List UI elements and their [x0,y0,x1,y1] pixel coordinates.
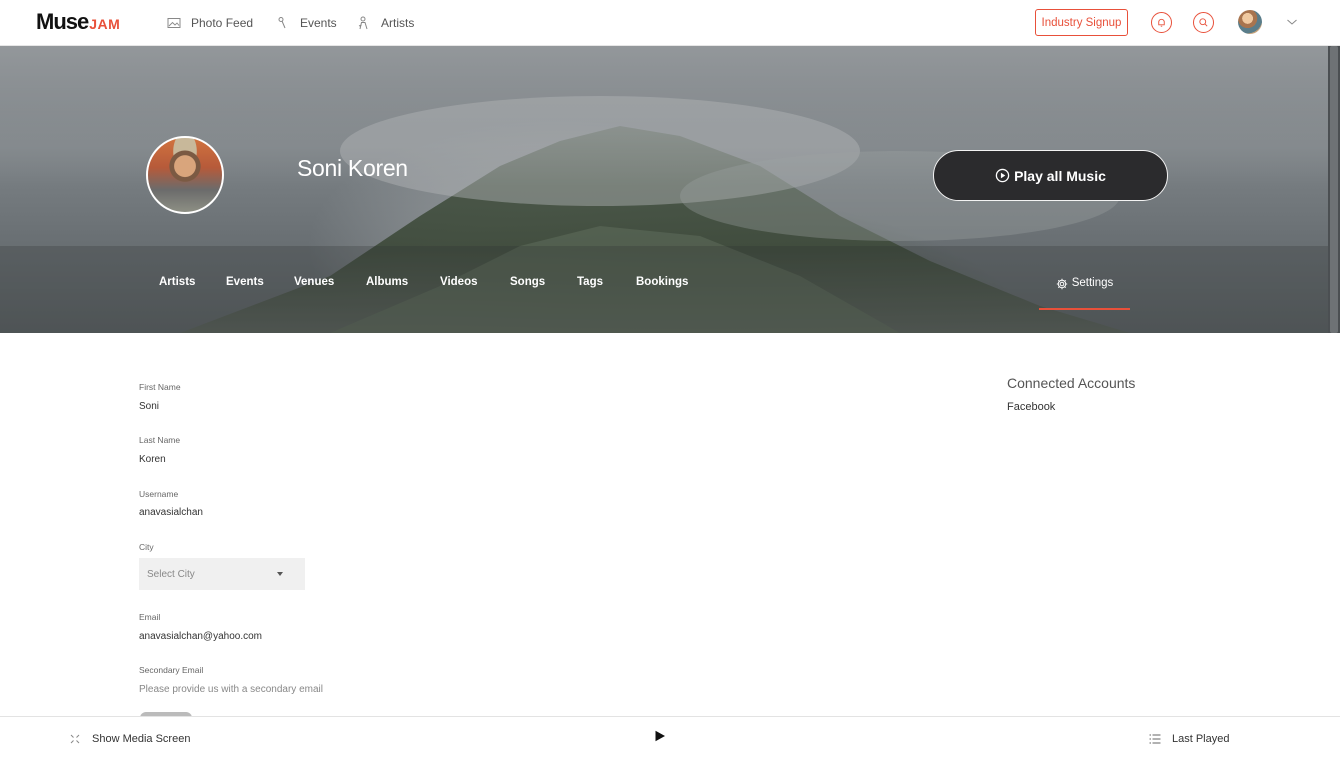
username-label: Username [139,489,179,499]
email-field[interactable]: anavasialchan@yahoo.com [139,631,262,642]
connected-accounts-title: Connected Accounts [1007,375,1136,391]
city-select[interactable]: Select City [139,558,305,590]
profile-name: Soni Koren [297,155,408,181]
username-field[interactable]: anavasialchan [139,507,203,518]
media-player-bar: Show Media Screen Last Played [0,716,1340,758]
scrollbar-thumb[interactable] [1330,46,1338,333]
user-avatar[interactable] [1238,10,1262,34]
logo-accent-text: JAM [89,16,121,32]
show-media-screen-button[interactable]: Show Media Screen [70,733,190,745]
top-navbar: Muse JAM Photo Feed Events Artists Indus… [0,0,1340,46]
tab-settings[interactable]: Settings [1039,277,1130,310]
tab-venues[interactable]: Venues [294,276,334,288]
list-icon [1149,734,1161,744]
city-label: City [139,542,154,552]
industry-signup-button[interactable]: Industry Signup [1035,9,1128,36]
person-icon [358,16,368,30]
notifications-button[interactable] [1151,12,1172,33]
musejam-logo[interactable]: Muse JAM [36,11,120,33]
search-icon [1199,18,1208,27]
search-button[interactable] [1193,12,1214,33]
play-all-label: Play all Music [1014,167,1106,184]
email-label: Email [139,612,161,622]
logo-text: Muse [36,9,89,34]
tab-events[interactable]: Events [226,276,264,288]
last-name-field[interactable]: Koren [139,454,166,465]
nav-events[interactable]: Events [276,15,337,31]
first-name-label: First Name [139,382,181,392]
tab-bookings[interactable]: Bookings [636,276,688,288]
tab-artists[interactable]: Artists [159,276,195,288]
last-name-label: Last Name [139,435,181,445]
tab-tags[interactable]: Tags [577,276,603,288]
tab-songs[interactable]: Songs [510,276,545,288]
play-icon[interactable] [654,730,666,742]
secondary-email-field[interactable]: Please provide us with a secondary email [139,684,323,695]
expand-icon [70,734,80,744]
nav-label: Photo Feed [191,16,254,30]
nav-photo-feed[interactable]: Photo Feed [167,15,253,31]
tab-videos[interactable]: Videos [440,276,478,288]
caret-down-icon [277,572,283,576]
play-all-music-button[interactable]: Play all Music [933,150,1168,201]
first-name-field[interactable]: Soni [139,401,159,412]
show-media-label: Show Media Screen [92,733,191,745]
nav-label: Events [300,16,337,30]
play-circle-icon [995,168,1010,183]
tab-albums[interactable]: Albums [366,276,408,288]
secondary-email-label: Secondary Email [139,665,204,675]
profile-avatar[interactable] [146,136,224,214]
nav-label: Artists [381,16,415,30]
last-played-button[interactable]: Last Played [1149,733,1229,745]
last-played-label: Last Played [1172,733,1230,745]
connected-account-facebook[interactable]: Facebook [1007,401,1055,413]
microphone-icon [278,17,286,29]
image-icon [167,18,181,28]
nav-artists[interactable]: Artists [357,15,414,31]
chevron-down-icon[interactable] [1286,16,1298,28]
bell-icon [1158,18,1165,27]
settings-tab-label: Settings [1071,277,1114,289]
gear-icon [1056,278,1067,290]
city-select-value: Select City [147,568,195,580]
